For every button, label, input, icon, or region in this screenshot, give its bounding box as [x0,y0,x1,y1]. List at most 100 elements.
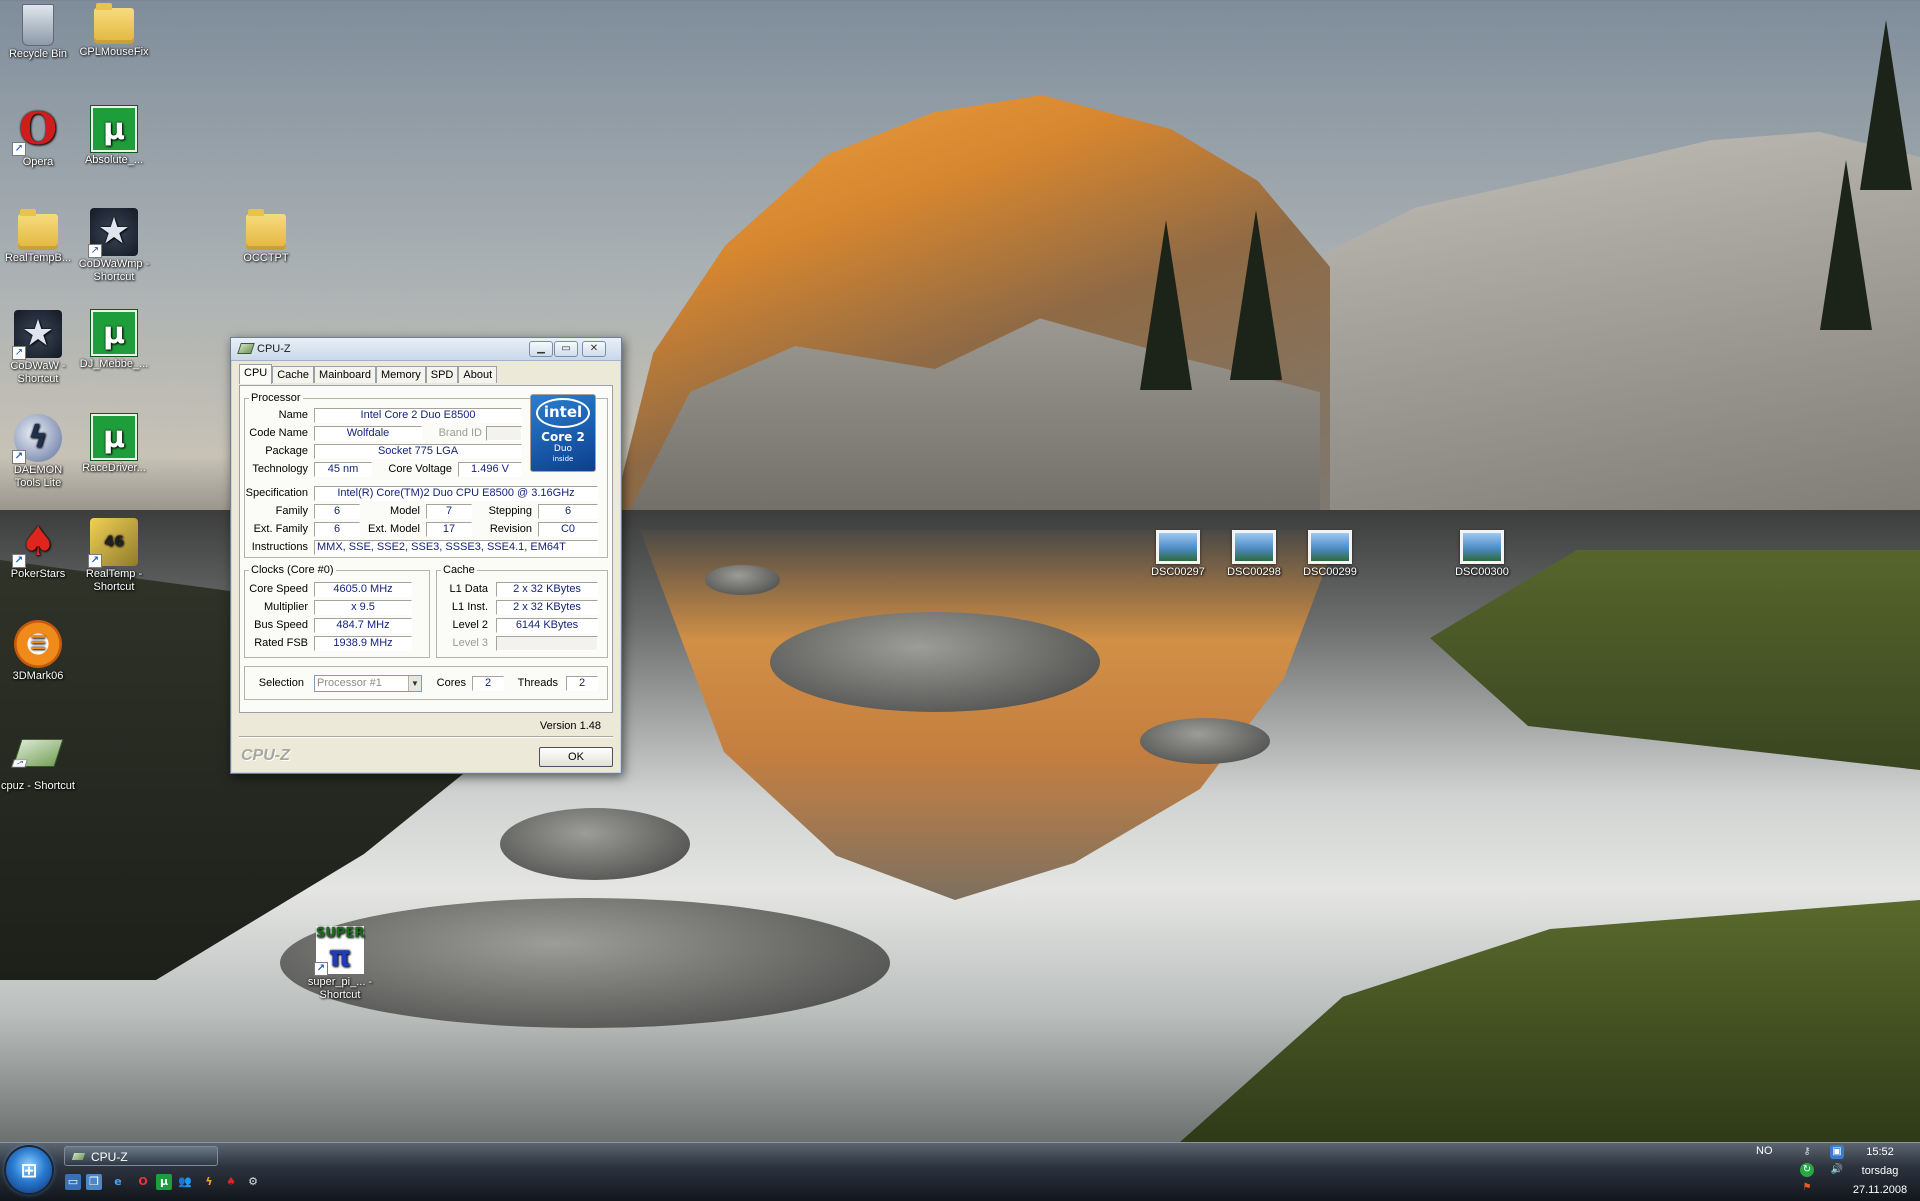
pokerstars-icon[interactable]: ♠ [223,1174,239,1190]
desktop-icon-cplmousefix[interactable]: CPLMouseFix [76,2,152,59]
core-speed-value: 4605.0 MHz [314,582,412,597]
folder-icon [94,3,134,44]
codename-value: Wolfdale [314,426,422,441]
tab-strip: CPU Cache Mainboard Memory SPD About [239,364,498,384]
multiplier-label: Multiplier [263,601,308,613]
level2-label: Level 2 [452,619,488,631]
tab-cpu[interactable]: CPU [239,364,273,384]
cpuz-icon [12,739,64,767]
level2-value: 6144 KBytes [496,618,598,633]
desktop-icon-codwawmp[interactable]: ★ CoDWaWmp - Shortcut [76,208,152,284]
core-speed-label: Core Speed [249,583,308,595]
desktop-icon-label: DJ_Mebbe_... [79,358,149,370]
name-label: Name [278,409,308,421]
minimize-button[interactable]: ▁ [529,341,553,357]
desktop-icon-dsc00300[interactable]: DSC00300 [1444,520,1520,579]
ok-button[interactable]: OK [539,747,613,767]
desktop-icon-racedriver[interactable]: µ RaceDriver... [76,414,152,475]
desktop-icon-absolute[interactable]: µ Absolute_... [76,106,152,167]
desktop-icon-cpuz[interactable]: cpuz - Shortcut [0,728,76,793]
chevron-down-icon[interactable]: ▼ [408,676,421,691]
ext-model-label: Ext. Model [368,523,420,535]
messenger-icon[interactable]: 👥 [177,1174,193,1190]
tab-mainboard[interactable]: Mainboard [314,366,377,383]
desktop-icon-dsc00297[interactable]: DSC00297 [1140,520,1216,579]
cpuz-window[interactable]: CPU-Z ▁ ▭ ✕ CPU Cache Mainboard Memory SPD Ab… [230,337,622,774]
desktop-icon-pokerstars[interactable]: ♠ PokerStars [0,518,76,581]
desktop-icon-superpi[interactable]: SUPERπ super_pi_... - Shortcut [302,926,378,1002]
l1-data-value: 2 x 32 KBytes [496,582,598,597]
l1-inst-label: L1 Inst. [451,601,488,613]
wallpaper-rock [770,612,1100,712]
tab-cache[interactable]: Cache [272,366,315,383]
rated-fsb-value: 1938.9 MHz [314,636,412,651]
cpuz-titlebar[interactable]: CPU-Z ▁ ▭ ✕ [231,338,621,361]
desktop-icon-codwaw[interactable]: ★ CoDWaW - Shortcut [0,310,76,386]
desktop-icon-opera[interactable]: O Opera [0,106,76,169]
wallpaper-tree [1140,220,1192,390]
desktop-icon-label: DSC00298 [1227,566,1281,578]
revision-value: C0 [538,522,598,537]
flag-icon[interactable]: ⚑ [1800,1181,1814,1195]
clock[interactable]: 15:52 torsdag 27.11.2008 [1840,1143,1920,1200]
close-button[interactable]: ✕ [582,341,606,357]
package-label: Package [265,445,308,457]
threads-value: 2 [566,676,598,691]
desktop-icon-label: RealTempB... [4,252,72,264]
specification-value: Intel(R) Core(TM)2 Duo CPU E8500 @ 3.16G… [314,486,598,501]
wallpaper-tree [1820,160,1872,330]
brandid-value [486,426,522,441]
3dmark-icon: ☰ [14,620,62,668]
folder-icon [246,209,286,250]
opera-icon[interactable]: O [135,1174,151,1190]
l1-data-label: L1 Data [449,583,488,595]
desktop-icon-label: Absolute_... [84,154,144,166]
processor-select[interactable]: Processor #1 ▼ [314,675,422,692]
wallpaper-rock [1140,718,1270,764]
multiplier-value: x 9.5 [314,600,412,615]
threads-label: Threads [517,677,558,689]
l1-inst-value: 2 x 32 KBytes [496,600,598,615]
recycle-bin-icon [22,4,54,46]
name-value: Intel Core 2 Duo E8500 [314,408,522,423]
desktop-icon-label: CPLMouseFix [79,46,149,58]
winamp-icon[interactable]: ϟ [201,1174,217,1190]
desktop-icon-dsc00298[interactable]: DSC00298 [1216,520,1292,579]
desktop-icon-occtpt[interactable]: OCCTPT [228,208,304,265]
taskbar-button-cpuz[interactable]: CPU-Z [64,1146,218,1166]
pokerstars-icon: ♠ [12,518,62,568]
desktop-icon-realtemp[interactable]: 46 RealTemp - Shortcut [76,518,152,594]
utorrent-icon: µ [91,106,137,152]
desktop-icon-daemon-tools[interactable]: ϟ DAEMON Tools Lite [0,414,76,490]
maximize-button[interactable]: ▭ [554,341,578,357]
desktop-icon-realtempb[interactable]: RealTempB... [0,208,76,265]
desktop-icon-recycle-bin[interactable]: Recycle Bin [0,2,76,61]
utorrent-icon: µ [91,414,137,460]
utorrent-icon[interactable]: µ [156,1174,172,1190]
processor-legend: Processor [251,392,301,404]
folder-icon [18,209,58,250]
wallpaper-tree [1230,210,1282,380]
show-desktop-icon[interactable]: ▭ [65,1174,81,1190]
language-indicator[interactable]: NO [1756,1145,1773,1157]
switch-windows-icon[interactable]: ❐ [86,1174,102,1190]
tab-memory[interactable]: Memory [376,366,426,383]
desktop-icon-dsc00299[interactable]: DSC00299 [1292,520,1368,579]
windows-orb-icon[interactable]: ⊞ [6,1147,52,1193]
desktop-icon-label: RealTemp - Shortcut [85,568,143,593]
network-key-icon[interactable]: ⚷ [1800,1145,1814,1159]
photo-icon [1156,530,1200,564]
utorrent-icon: µ [91,310,137,356]
desktop-icon-label: 3DMark06 [12,670,64,682]
steam-icon[interactable]: ⚙ [245,1174,261,1190]
update-icon[interactable]: ↻ [1800,1163,1814,1177]
daemon-tools-icon: ϟ [12,414,62,464]
level3-value [496,636,598,651]
tab-spd[interactable]: SPD [425,366,459,383]
desktop-icon-label: DSC00297 [1151,566,1205,578]
desktop-icon-3dmark06[interactable]: ☰ 3DMark06 [0,620,76,683]
desktop-icon-dj-mebbe[interactable]: µ DJ_Mebbe_... [76,310,152,371]
package-value: Socket 775 LGA [314,444,522,459]
tab-about[interactable]: About [458,366,498,383]
ie-icon[interactable]: e [110,1174,126,1190]
